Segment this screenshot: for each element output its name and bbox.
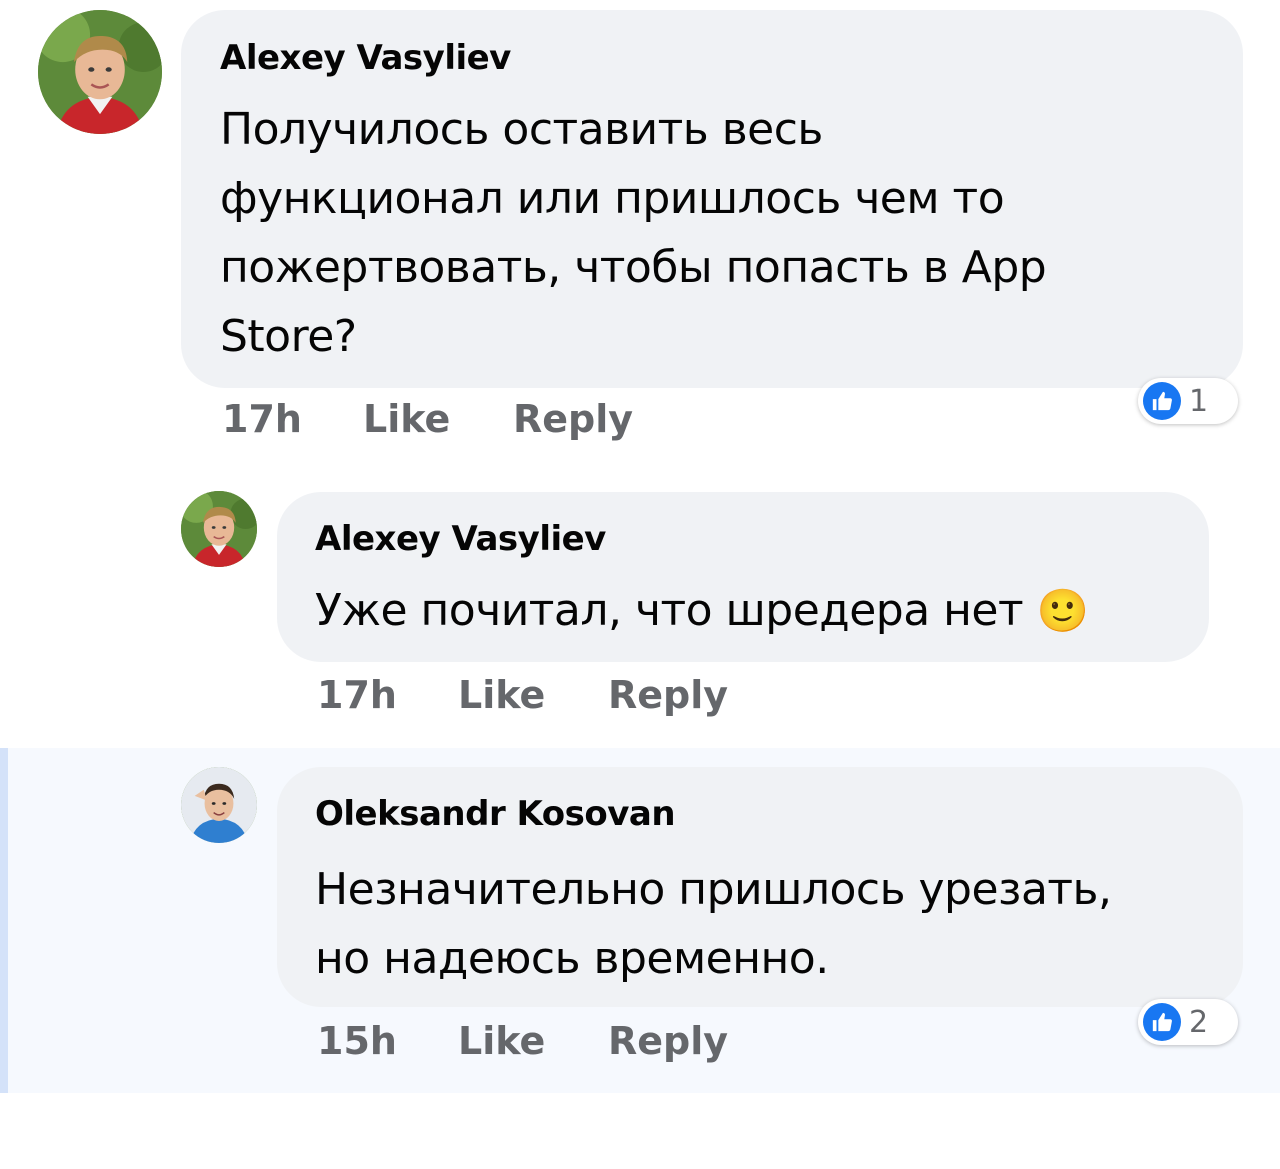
reaction-summary[interactable]: 2 (1138, 999, 1238, 1045)
comment-timestamp[interactable]: 17h (317, 673, 397, 717)
comment-text: Уже почитал, что шредера нет 🙂 (315, 576, 1089, 645)
comment-text-line: функционал или пришлось чем то (220, 173, 1005, 224)
reply-button[interactable]: Reply (608, 1019, 728, 1063)
like-button[interactable]: Like (363, 397, 450, 441)
comment-text-line: пожертвовать, чтобы попасть в App (220, 242, 1047, 293)
reaction-count: 1 (1189, 383, 1209, 419)
comment-author[interactable]: Oleksandr Kosovan (315, 794, 676, 834)
comment-timestamp[interactable]: 17h (222, 397, 302, 441)
slightly-smiling-face-icon: 🙂 (1036, 586, 1089, 635)
comment-text: Получилось оставить весь функционал или … (220, 95, 1047, 371)
avatar[interactable] (181, 767, 257, 843)
comment-text-line: но надеюсь временно. (315, 933, 829, 984)
comment-author[interactable]: Alexey Vasyliev (315, 519, 606, 559)
reaction-count: 2 (1189, 1004, 1209, 1040)
comment-text-content: Уже почитал, что шредера нет (315, 585, 1024, 636)
comment-author[interactable]: Alexey Vasyliev (220, 38, 511, 78)
like-button[interactable]: Like (458, 1019, 545, 1063)
comment-timestamp[interactable]: 15h (317, 1019, 397, 1063)
comment-text-line: Уже почитал, что шредера нет 🙂 (315, 576, 1089, 645)
reply-button[interactable]: Reply (513, 397, 633, 441)
like-button[interactable]: Like (458, 673, 545, 717)
thumbs-up-icon (1143, 1003, 1181, 1041)
comment-text-line: Незначительно пришлось урезать, (315, 864, 1112, 915)
comment-thread: Alexey Vasyliev Получилось оставить весь… (0, 0, 1280, 1169)
highlighted-reply-indicator (0, 748, 8, 1093)
thumbs-up-icon (1143, 382, 1181, 420)
comment-text-line: Store? (220, 311, 357, 362)
avatar[interactable] (181, 491, 257, 567)
avatar[interactable] (38, 10, 162, 134)
comment-text: Незначительно пришлось урезать, но надею… (315, 855, 1112, 993)
reaction-summary[interactable]: 1 (1138, 378, 1238, 424)
reply-button[interactable]: Reply (608, 673, 728, 717)
comment-text-line: Получилось оставить весь (220, 104, 823, 155)
